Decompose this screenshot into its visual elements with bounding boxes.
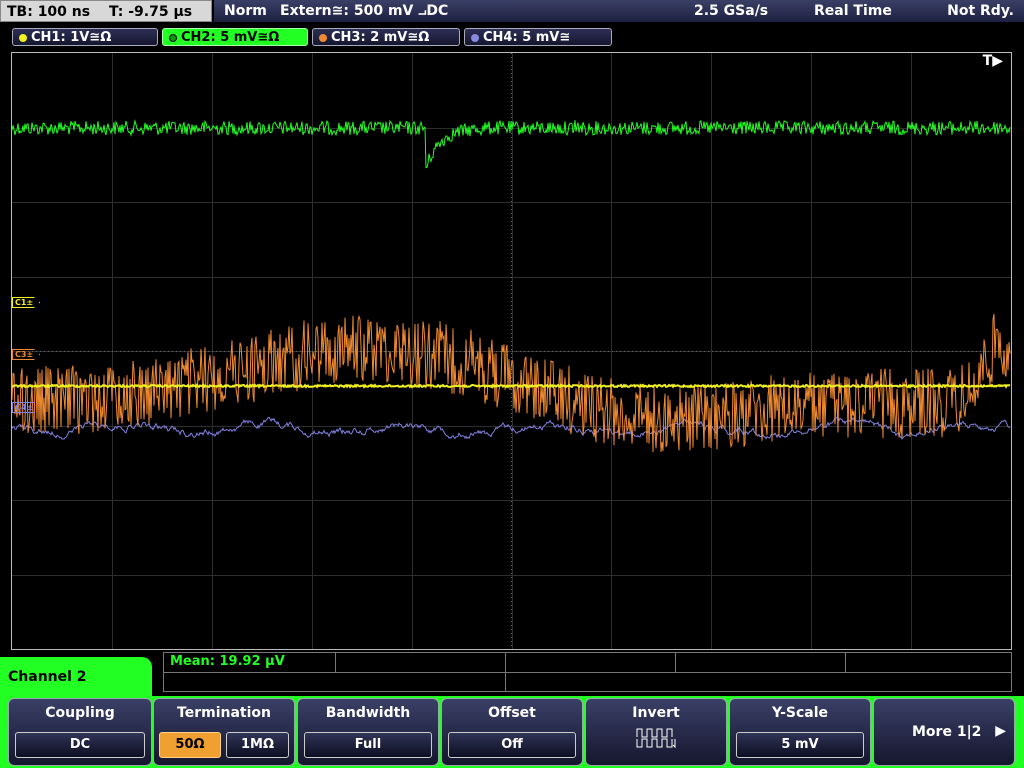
coupling-softkey[interactable]: Coupling DC: [8, 698, 152, 766]
bandwidth-softkey[interactable]: Bandwidth Full: [297, 698, 439, 766]
trigger-mode: Norm: [224, 3, 267, 19]
channel-tab-ch3[interactable]: CH3: 2 mV≅Ω: [312, 28, 460, 46]
coupling-title: Coupling: [45, 705, 115, 721]
offset-title: Offset: [488, 705, 536, 721]
yscale-softkey[interactable]: Y-Scale 5 mV: [729, 698, 871, 766]
play-arrow-icon: ▶: [995, 723, 1006, 739]
channel-tab-ch4[interactable]: CH4: 5 mV≅: [464, 28, 612, 46]
ch2-dot-icon: [169, 34, 177, 42]
bandwidth-value: Full: [304, 732, 432, 758]
channel-tab-label: CH2: 5 mV≅Ω: [181, 30, 280, 45]
offset-value: Off: [448, 732, 576, 758]
measurement-cell: [505, 653, 676, 672]
measurement-divider: [164, 672, 1011, 673]
offset-softkey[interactable]: Offset Off: [441, 698, 583, 766]
termination-title: Termination: [177, 705, 271, 721]
trigger-position-marker: T▶: [982, 53, 1003, 69]
termination-1mohm-option[interactable]: 1MΩ: [226, 732, 289, 758]
channel-tab-label: CH1: 1V≅Ω: [31, 30, 112, 45]
measurement-cell: [335, 653, 506, 672]
ch3-waveform: [12, 313, 1011, 453]
termination-softkey[interactable]: Termination 50Ω 1MΩ: [153, 698, 295, 766]
ch1-waveform: [12, 383, 1011, 389]
measurement-panel: Mean: 19.92 µV: [163, 652, 1012, 692]
coupling-value: DC: [15, 732, 145, 758]
bandwidth-title: Bandwidth: [325, 705, 411, 721]
square-wave-invert-icon: [636, 728, 676, 749]
invert-softkey[interactable]: Invert: [585, 698, 727, 766]
trigger-time-value: T: -9.75 µs: [108, 4, 193, 20]
measurement-divider: [505, 672, 506, 691]
more-label: More 1|2: [912, 724, 982, 740]
invert-title: Invert: [632, 705, 680, 721]
ch2-waveform: [12, 119, 1011, 169]
sample-rate: 2.5 GSa/s: [694, 3, 769, 19]
ch3-dot-icon: [319, 34, 327, 42]
waveform-display[interactable]: T▶ C1± C3± C4±: [11, 52, 1012, 650]
waveforms: [12, 119, 1011, 453]
acquisition-mode: Real Time: [814, 3, 892, 19]
ch4-dot-icon: [471, 34, 479, 42]
measurement-cell: [675, 653, 846, 672]
trigger-source: Extern≅: 500 mV ⨼DC: [280, 3, 449, 19]
timebase-value: TB: 100 ns: [7, 4, 91, 20]
acquisition-state: Not Rdy.: [947, 3, 1014, 19]
yscale-title: Y-Scale: [771, 705, 828, 721]
yscale-value: 5 mV: [736, 732, 864, 758]
channel-tab-ch1[interactable]: CH1: 1V≅Ω: [12, 28, 158, 46]
termination-50ohm-option[interactable]: 50Ω: [159, 732, 221, 758]
measurement-cell: [164, 653, 336, 672]
more-softkey[interactable]: More 1|2 ▶: [873, 698, 1015, 766]
channel-tab-ch2[interactable]: CH2: 5 mV≅Ω: [162, 28, 308, 46]
timebase-box[interactable]: TB: 100 ns T: -9.75 µs: [0, 0, 212, 22]
ch1-dot-icon: [19, 34, 27, 42]
channel-tab-label: CH4: 5 mV≅: [483, 30, 571, 45]
status-bar: TB: 100 ns T: -9.75 µs Norm Extern≅: 500…: [0, 0, 1024, 24]
channel-tab-label: CH3: 2 mV≅Ω: [331, 30, 430, 45]
acquisition-strip[interactable]: Norm Extern≅: 500 mV ⨼DC 2.5 GSa/s Real …: [214, 0, 1024, 22]
